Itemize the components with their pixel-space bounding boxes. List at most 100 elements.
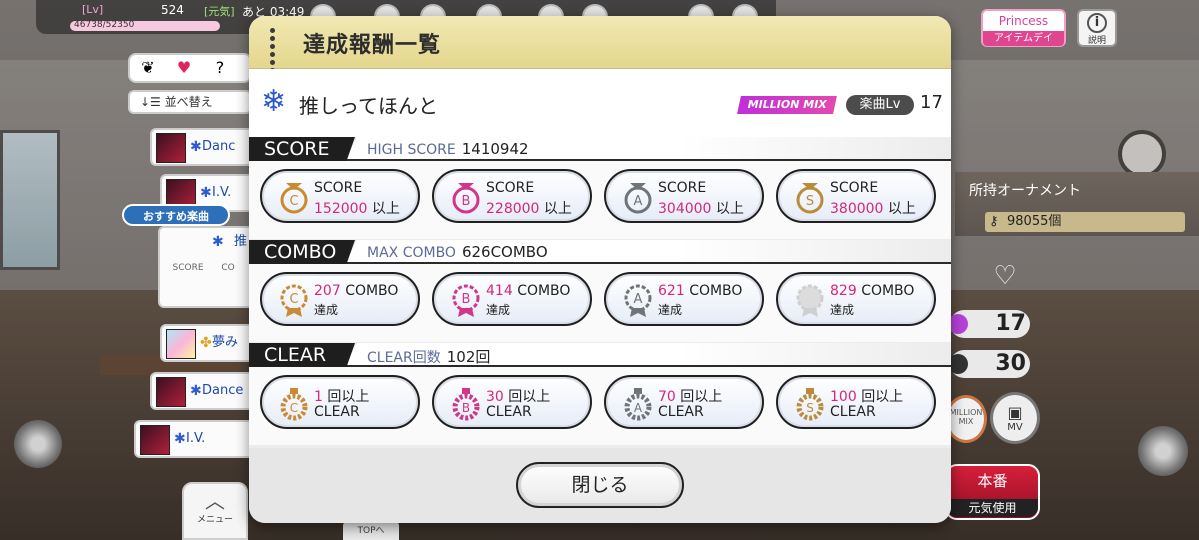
mv-label: MV: [1007, 422, 1023, 433]
svg-text:A: A: [634, 292, 643, 307]
song-name: 推しってほんと: [299, 94, 438, 118]
svg-text:S: S: [806, 194, 814, 209]
badge-value: 304000: [658, 201, 712, 217]
reward-badge[interactable]: A SCORE 304000 以上: [604, 169, 764, 223]
combo-section-header: COMBO MAX COMBO 626COMBO: [249, 240, 951, 264]
badge-value: 70: [658, 389, 676, 405]
max-combo-label: MAX COMBO: [367, 245, 456, 261]
reward-badge[interactable]: B 30 回以上 CLEAR: [432, 375, 592, 429]
clear-badges: C 1 回以上 CLEAR B 30 回以上 CLEAR A 70 回以上 CL…: [249, 367, 951, 445]
song-list-item[interactable]: ✱ Dance: [150, 372, 260, 410]
close-button[interactable]: 閉じる: [516, 462, 684, 508]
svg-text:C: C: [289, 292, 298, 307]
song-list-item[interactable]: ✱ Danc: [150, 128, 260, 166]
mix-badge-small: MILLION MIX: [949, 408, 983, 426]
badge-line2: 380000 以上: [830, 198, 916, 218]
badge-line1: 70 回以上: [658, 386, 722, 406]
favorite-heart-icon[interactable]: ♡: [985, 258, 1025, 294]
song-list-item[interactable]: ✱ I.V.: [134, 420, 260, 458]
reward-badge[interactable]: 829 COMBO 達成: [776, 272, 936, 326]
song-title: Dance: [202, 383, 244, 398]
dialog-footer: 閉じる: [249, 448, 951, 523]
song-title: I.V.: [186, 431, 206, 446]
info-button[interactable]: i 説明: [1077, 9, 1117, 47]
dialog-title: 達成報酬一覧: [303, 33, 442, 58]
item-day-label: アイテムデイ: [983, 31, 1064, 46]
snowflake-icon: ✱: [212, 234, 224, 250]
combo-section-label: COMBO: [249, 240, 355, 264]
filter-bar[interactable]: ❦ ♥?: [128, 53, 252, 83]
song-list: ❦ ♥? ↓☰ 並べ替え ✱ Danc ✱ I.V. ✱ 推 SCORE CO おす…: [0, 0, 260, 540]
selected-song-item[interactable]: ✱ 推 SCORE CO: [158, 226, 258, 308]
badge-suffix: 以上: [715, 201, 744, 217]
gear-medal-c-icon: C: [280, 388, 308, 421]
to-top-button[interactable]: TOPへ: [343, 520, 399, 540]
info-label: 説明: [1087, 36, 1106, 46]
reward-badge[interactable]: C 1 回以上 CLEAR: [260, 375, 420, 429]
song-jacket: [166, 329, 196, 359]
million-mix-button[interactable]: MILLION MIX: [945, 395, 987, 443]
combo-section: COMBO MAX COMBO 626COMBO C 207 COMBO 達成 B…: [249, 240, 951, 342]
reward-badge[interactable]: S 100 回以上 CLEAR: [776, 375, 936, 429]
badge-value: 207: [314, 283, 341, 299]
badge-value: 1: [314, 389, 323, 405]
badge-value: 829: [830, 283, 857, 299]
clear-section: CLEAR CLEAR回数 102回 C 1 回以上 CLEAR B 30 回以上…: [249, 343, 951, 445]
badge-line2: CLEAR: [314, 404, 360, 420]
badge-line1: 30 回以上: [486, 386, 550, 406]
badge-line1: SCORE: [830, 180, 879, 196]
mv-button[interactable]: ▣ MV: [990, 392, 1040, 444]
recommend-tag: おすすめ楽曲: [122, 204, 230, 226]
princess-item-day-button[interactable]: Princess アイテムデイ: [981, 9, 1066, 47]
high-score: HIGH SCORE 1410942: [367, 140, 529, 158]
combo-badges: C 207 COMBO 達成 B 414 COMBO 達成 A 621 COMB…: [249, 264, 951, 342]
badge-unit: 回以上: [327, 389, 370, 405]
menu-button[interactable]: ︿ メニュー: [182, 482, 248, 540]
ornament-panel: 所持オーナメント ⚷ 98055個: [955, 172, 1199, 236]
reward-badge[interactable]: C SCORE 152000 以上: [260, 169, 420, 223]
rosette-locked-icon: [796, 284, 824, 317]
svg-text:C: C: [290, 401, 298, 415]
medal-b-icon: B: [452, 183, 480, 214]
reward-badge[interactable]: S SCORE 380000 以上: [776, 169, 936, 223]
butterfly-icon[interactable]: ❦: [130, 55, 166, 81]
song-jacket: [156, 377, 186, 407]
badge-line2: CLEAR: [486, 404, 532, 420]
dialog-header: 達成報酬一覧: [249, 16, 951, 89]
ornament-count: 98055個: [1007, 214, 1062, 229]
combo-tab-label: CO: [221, 263, 235, 273]
badge-line1: 829 COMBO: [830, 283, 914, 299]
rosette-b-icon: B: [452, 284, 480, 317]
svg-text:B: B: [462, 401, 470, 415]
live-start-button[interactable]: 本番 元気使用: [945, 464, 1040, 520]
badge-line2: 達成: [486, 303, 511, 317]
score-section-header: SCORE HIGH SCORE 1410942: [249, 137, 951, 161]
svg-text:S: S: [806, 401, 814, 415]
song-title: Danc: [202, 139, 236, 154]
badge-line2: 152000 以上: [314, 198, 400, 218]
clear-count: CLEAR回数 102回: [367, 346, 490, 367]
princess-label: Princess: [998, 14, 1049, 28]
question-icon[interactable]: ?: [202, 55, 238, 81]
badge-line2: 達成: [658, 303, 683, 317]
svg-text:B: B: [462, 292, 471, 307]
badge-line2: 228000 以上: [486, 198, 572, 218]
reward-badge[interactable]: A 70 回以上 CLEAR: [604, 375, 764, 429]
heart-icon[interactable]: ♥: [166, 55, 202, 81]
badge-line1: SCORE: [658, 180, 707, 196]
reward-badge[interactable]: A 621 COMBO 達成: [604, 272, 764, 326]
reward-badge[interactable]: B 414 COMBO 達成: [432, 272, 592, 326]
score-section: SCORE HIGH SCORE 1410942 C SCORE 152000 以…: [249, 137, 951, 239]
snowflake-icon: ✱: [190, 139, 202, 155]
reward-badge[interactable]: B SCORE 228000 以上: [432, 169, 592, 223]
svg-text:B: B: [462, 194, 471, 209]
badge-value: 100: [830, 389, 857, 405]
sort-button[interactable]: ↓☰ 並べ替え: [128, 90, 252, 114]
badge-line1: 414 COMBO: [486, 283, 570, 299]
reward-badge[interactable]: C 207 COMBO 達成: [260, 272, 420, 326]
snowflake-icon: ✱: [190, 383, 202, 399]
live-start-sub: 元気使用: [947, 499, 1038, 517]
badge-unit: COMBO: [689, 283, 743, 299]
clear-count-value: 102回: [446, 348, 491, 366]
song-list-item[interactable]: ✤ 夢み: [160, 324, 260, 362]
